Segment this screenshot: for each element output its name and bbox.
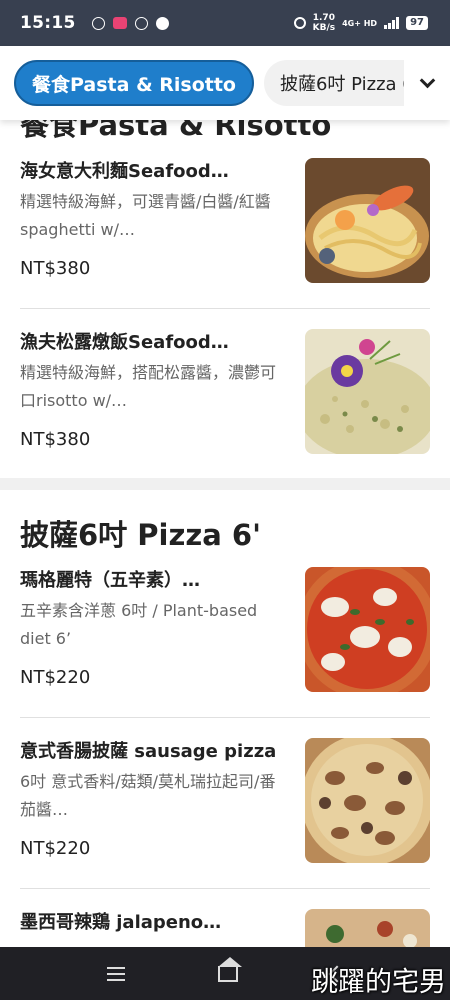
item-name: 海女意大利麵Seafood… <box>20 161 229 182</box>
speed-unit: KB/s <box>312 23 336 33</box>
network-speed: 1.70 KB/s <box>313 13 335 33</box>
truffle-risotto-photo <box>305 329 430 454</box>
item-price: NT$380 <box>20 429 91 450</box>
seafood-pasta-photo <box>305 158 430 283</box>
item-divider <box>20 717 430 718</box>
section-separator <box>0 478 450 490</box>
facebook-icon <box>155 16 169 30</box>
item-description: 精選特級海鮮，可選青醬/白醬/紅醬 spaghetti w/… <box>20 192 271 239</box>
status-time: 15:15 <box>20 13 76 33</box>
speed-value: 1.70 <box>312 13 335 23</box>
tab-pasta-risotto[interactable]: 餐食Pasta & Risotto <box>14 60 254 106</box>
menu-item[interactable]: 意式香腸披薩 sausage pizza 6吋 意式香料/菇類/莫札瑞拉起司/番… <box>20 738 430 863</box>
item-price: NT$220 <box>20 667 91 688</box>
item-divider <box>20 888 430 889</box>
sausage-pizza-photo <box>305 738 430 863</box>
notification-icons <box>91 16 169 30</box>
item-name: 意式香腸披薩 sausage pizza <box>20 741 277 762</box>
jalapeno-pizza-photo <box>305 909 430 949</box>
status-bar: 15:15 1.70 KB/s 4G+ HD 97 <box>0 0 450 46</box>
category-tab-bar: 餐食Pasta & Risotto 披薩6吋 Pizza 6' <box>0 46 450 120</box>
menu-item[interactable]: 漁夫松露燉飯Seafood… 精選特級海鮮，搭配松露醬，濃鬱可口risotto … <box>20 329 430 454</box>
battery-level: 97 <box>406 16 428 30</box>
chevron-down-icon <box>419 72 435 88</box>
menu-item[interactable]: 瑪格麗特（五辛素）… 五辛素含洋蔥 6吋 / Plant-based diet … <box>20 567 430 692</box>
status-right: 1.70 KB/s 4G+ HD 97 <box>293 13 428 33</box>
signal-icon <box>384 17 400 29</box>
network-type: 4G+ HD <box>342 18 378 28</box>
threads-icon <box>134 16 148 30</box>
item-description: 精選特級海鮮，搭配松露醬，濃鬱可口risotto w/… <box>20 363 277 410</box>
watermark-text: 跳躍的宅男 <box>311 967 446 998</box>
item-price: NT$220 <box>20 838 91 859</box>
alarm-icon <box>293 17 306 29</box>
item-price: NT$380 <box>20 258 91 279</box>
line-icon <box>91 16 105 30</box>
expand-categories-button[interactable] <box>404 46 450 120</box>
app-notification-icon <box>112 17 127 29</box>
item-divider <box>20 308 430 309</box>
item-description: 6吋 意式香料/菇類/莫札瑞拉起司/番茄醬… <box>20 772 276 819</box>
item-name: 漁夫松露燉飯Seafood… <box>20 332 229 353</box>
section-title: 披薩6吋 Pizza 6' <box>20 518 261 552</box>
recent-apps-button[interactable] <box>106 966 125 981</box>
margherita-pizza-photo <box>305 567 430 692</box>
item-name: 瑪格麗特（五辛素）… <box>20 570 200 591</box>
item-name: 墨西哥辣鶏 jalapeno… <box>20 912 222 933</box>
item-description: 五辛素含洋蔥 6吋 / Plant-based diet 6’ <box>20 601 258 648</box>
menu-item[interactable]: 海女意大利麵Seafood… 精選特級海鮮，可選青醬/白醬/紅醬 spaghet… <box>20 158 430 283</box>
home-button[interactable] <box>217 956 242 982</box>
